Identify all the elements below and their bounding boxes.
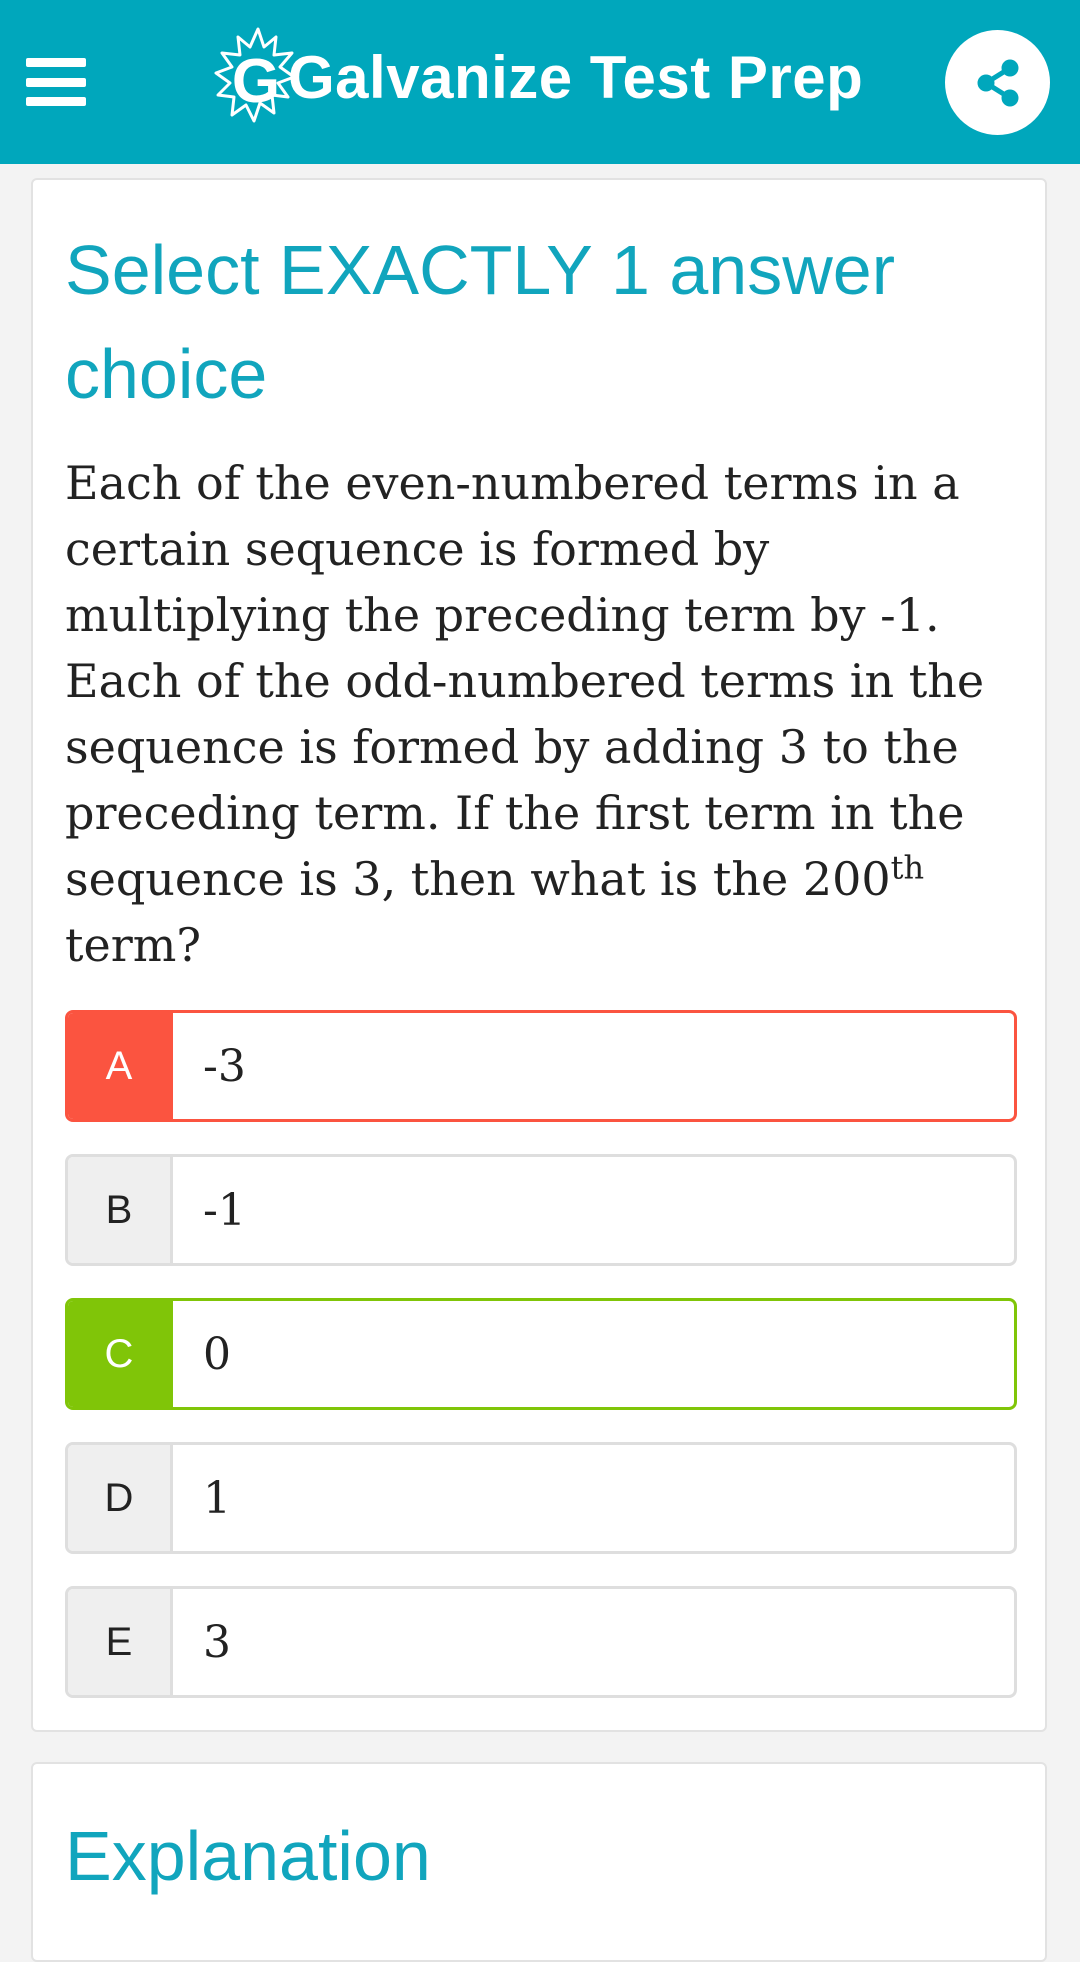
explanation-heading: Explanation (65, 1817, 431, 1895)
choice-letter: E (68, 1589, 173, 1695)
question-text-main: Each of the even-numbered terms in a cer… (65, 456, 985, 906)
choice-value: 1 (203, 1472, 231, 1524)
answer-choice-d[interactable]: D 1 (65, 1442, 1017, 1554)
question-text: Each of the even-numbered terms in a cer… (65, 450, 1015, 978)
answer-choice-a[interactable]: A -3 (65, 1010, 1017, 1122)
choice-letter: B (68, 1157, 173, 1263)
share-icon (977, 59, 1018, 106)
explanation-card: Explanation (31, 1762, 1047, 1962)
burst-logo-icon: G (214, 27, 296, 123)
question-card: Select EXACTLY 1 answer choice Each of t… (31, 178, 1047, 1732)
instruction-heading: Select EXACTLY 1 answer choice (65, 231, 896, 413)
choice-letter: D (68, 1445, 173, 1551)
choice-letter: A (68, 1013, 173, 1119)
choice-value: 3 (203, 1616, 231, 1668)
choice-letter: C (68, 1301, 173, 1407)
app-header: G Galvanize Test Prep (0, 0, 1080, 164)
brand-logo-title[interactable]: G Galvanize Test Prep (214, 22, 863, 132)
choice-value: -3 (203, 1040, 246, 1092)
app-title: Galvanize Test Prep (288, 43, 864, 111)
answer-choice-c[interactable]: C 0 (65, 1298, 1017, 1410)
share-button[interactable] (945, 30, 1050, 135)
choice-value: -1 (203, 1184, 246, 1236)
answer-choice-b[interactable]: B -1 (65, 1154, 1017, 1266)
answer-choice-e[interactable]: E 3 (65, 1586, 1017, 1698)
choice-value: 0 (203, 1328, 231, 1380)
svg-text:G: G (232, 47, 280, 116)
hamburger-menu-icon[interactable] (26, 58, 86, 106)
question-superscript: th (890, 848, 925, 887)
question-text-end: term? (65, 918, 201, 972)
